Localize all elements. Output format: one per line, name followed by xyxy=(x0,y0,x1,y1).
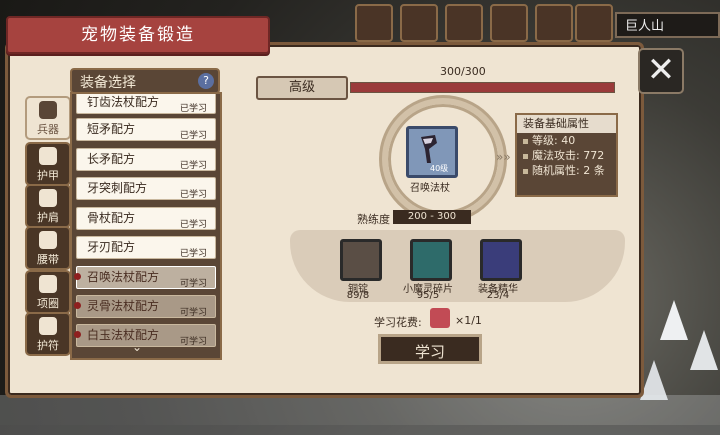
item-name: 白玉法杖配方 xyxy=(87,328,160,342)
belt-icon xyxy=(39,231,57,249)
item-status: 已学习 xyxy=(179,249,207,259)
map-name-label: 巨人山 xyxy=(615,12,720,38)
snow-tree xyxy=(660,300,688,340)
list-header: 装备选择 ? xyxy=(70,68,220,94)
item-name: 召唤法杖 xyxy=(410,183,450,194)
item-status: 可学习 xyxy=(179,337,207,347)
tab-armor[interactable]: 护甲 xyxy=(25,142,71,186)
attr-row: 随机属性: 2 条 xyxy=(517,163,616,178)
list-item[interactable]: 钉齿法杖配方已学习 xyxy=(76,94,216,114)
recipe-list[interactable]: 钉齿法杖配方 已学习 短矛配方 已学习 长矛配方 已学习 牙突刺配方 已学习 骨杖配方已… xyxy=(70,92,222,360)
progress-fill xyxy=(351,83,614,92)
list-item[interactable]: 牙突刺配方已学习 xyxy=(76,177,216,200)
essence-icon[interactable] xyxy=(480,239,522,281)
top-slot[interactable] xyxy=(400,4,438,42)
armor-icon xyxy=(39,147,57,165)
window-title: 宠物装备锻造 xyxy=(6,16,270,54)
progress-text: 300/300 xyxy=(440,65,486,78)
sword-icon xyxy=(39,101,57,119)
grade-label: 高级 xyxy=(256,76,348,100)
item-name: 灵骨法杖配方 xyxy=(87,299,160,313)
copper-ingot-icon[interactable] xyxy=(340,239,382,281)
proficiency-value: 200 - 300 xyxy=(393,210,471,224)
top-slot[interactable] xyxy=(535,4,573,42)
attributes-box: 装备基础属性 等级: 40 魔法攻击: 772 随机属性: 2 条 xyxy=(515,113,618,197)
close-button[interactable]: ✕ xyxy=(638,48,684,94)
top-slot[interactable] xyxy=(490,4,528,42)
help-icon[interactable]: ? xyxy=(198,73,214,89)
chevron-down-icon[interactable]: ⌄ xyxy=(132,340,142,354)
ground-snow xyxy=(0,395,720,435)
item-status: 已学习 xyxy=(179,131,207,141)
tab-belt[interactable]: 腰带 xyxy=(25,226,71,270)
tab-weapon[interactable]: 兵器 xyxy=(25,96,71,140)
list-item[interactable]: 骨杖配方已学习 xyxy=(76,207,216,230)
list-item[interactable]: 白玉法杖配方可学习 xyxy=(74,324,216,347)
tab-label: 兵器 xyxy=(37,123,59,136)
list-item[interactable]: 长矛配方已学习 xyxy=(76,148,216,171)
tab-label: 腰带 xyxy=(37,253,59,266)
item-status: 已学习 xyxy=(179,104,207,114)
item-status: 已学习 xyxy=(179,190,207,200)
item-status: 已学习 xyxy=(179,220,207,230)
attributes-title: 装备基础属性 xyxy=(517,115,616,133)
new-dot-icon xyxy=(74,331,81,338)
learn-button[interactable]: 学习 xyxy=(378,334,482,364)
item-name: 召唤法杖配方 xyxy=(87,270,160,284)
material-count: 95/5 xyxy=(416,290,440,301)
shoulder-icon xyxy=(39,189,57,207)
material-count: 89/8 xyxy=(346,290,370,301)
list-item[interactable]: 灵骨法杖配方可学习 xyxy=(74,295,216,318)
grade-progress-bar xyxy=(350,82,615,93)
tab-label: 护甲 xyxy=(37,169,59,182)
crystal-shard-icon[interactable] xyxy=(410,239,452,281)
list-item[interactable]: 牙刃配方已学习 xyxy=(76,236,216,259)
material-count: 23/4 xyxy=(486,290,510,301)
top-slot[interactable] xyxy=(575,4,613,42)
proficiency-label: 熟练度 xyxy=(357,213,390,226)
tab-label: 护肩 xyxy=(37,211,59,224)
recipe-scroll-icon xyxy=(430,308,450,328)
tab-shoulder[interactable]: 护肩 xyxy=(25,184,71,228)
tab-label: 项圈 xyxy=(37,297,59,310)
item-name: 长矛配方 xyxy=(87,152,136,166)
amulet-icon xyxy=(39,317,57,335)
top-slot[interactable] xyxy=(445,4,483,42)
item-name: 牙突刺配方 xyxy=(87,181,148,195)
arrow-right-icon: »» xyxy=(496,150,511,164)
item-name: 钉齿法杖配方 xyxy=(87,95,160,109)
collar-icon xyxy=(39,275,57,293)
item-level: 40级 xyxy=(430,164,449,173)
item-name: 骨杖配方 xyxy=(87,211,136,225)
item-name: 牙刃配方 xyxy=(87,240,136,254)
cost-label: 学习花费: xyxy=(374,316,422,329)
tab-amulet[interactable]: 护符 xyxy=(25,312,71,356)
item-status: 已学习 xyxy=(179,161,207,171)
tab-collar[interactable]: 项圈 xyxy=(25,270,71,314)
attr-row: 魔法攻击: 772 xyxy=(517,148,616,163)
item-name: 短矛配方 xyxy=(87,122,136,136)
list-item[interactable]: 短矛配方已学习 xyxy=(76,118,216,141)
attr-row: 等级: 40 xyxy=(517,133,616,148)
top-slot[interactable] xyxy=(355,4,393,42)
new-dot-icon xyxy=(74,302,81,309)
item-status: 可学习 xyxy=(179,308,207,318)
new-dot-icon xyxy=(74,273,81,280)
snow-tree xyxy=(640,360,668,400)
tab-label: 护符 xyxy=(37,339,59,352)
cost-value: ×1/1 xyxy=(455,314,482,327)
snow-tree xyxy=(690,330,718,370)
list-item-selected[interactable]: 召唤法杖配方可学习 xyxy=(74,266,216,289)
list-header-label: 装备选择 xyxy=(80,75,136,91)
item-status: 可学习 xyxy=(179,279,207,289)
